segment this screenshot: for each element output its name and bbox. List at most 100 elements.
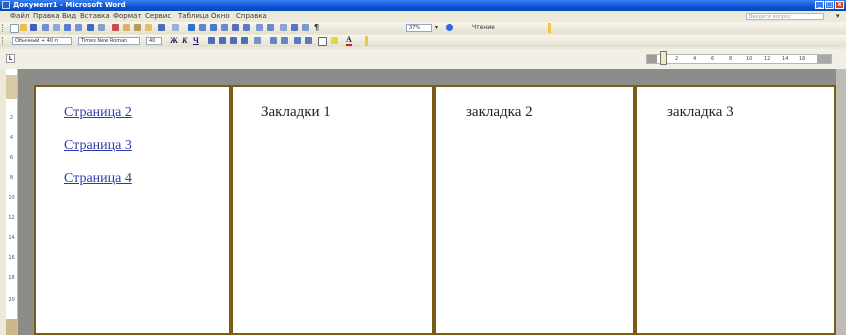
menu-window[interactable]: Окно [211, 11, 230, 22]
copy-icon[interactable] [123, 24, 130, 31]
vruler-tick: 8 [9, 175, 14, 181]
open-folder-icon[interactable] [20, 24, 27, 31]
word-app-icon[interactable] [2, 1, 10, 9]
insert-excel-icon[interactable] [221, 24, 228, 31]
print-icon[interactable] [64, 24, 71, 31]
vruler-tick: 6 [9, 155, 14, 161]
print-preview-icon[interactable] [75, 24, 82, 31]
insert-chart-icon[interactable] [280, 24, 287, 31]
zoom-combo[interactable]: 37% [406, 24, 432, 32]
justify-icon[interactable] [241, 37, 248, 44]
format-painter-icon[interactable] [145, 24, 152, 31]
window-controls: _ □ x [815, 1, 844, 9]
zoom-dropdown-icon[interactable]: ▾ [435, 23, 438, 33]
menu-file[interactable]: Файл [10, 11, 29, 22]
align-center-icon[interactable] [219, 37, 226, 44]
bullets-icon[interactable] [281, 37, 288, 44]
tab-selector-button[interactable]: L [6, 54, 15, 63]
spelling-icon[interactable] [87, 24, 94, 31]
toolbar-grip[interactable] [2, 37, 6, 45]
underline-button[interactable]: Ч [193, 36, 199, 46]
line-spacing-icon[interactable] [254, 37, 261, 44]
menu-help[interactable]: Справка [236, 11, 267, 22]
vruler-tick: 2 [9, 115, 14, 121]
menu-view[interactable]: Вид [62, 11, 76, 22]
italic-button[interactable]: К [182, 36, 187, 46]
increase-indent-icon[interactable] [305, 37, 312, 44]
minimize-button[interactable]: _ [815, 1, 824, 9]
ruler-tick: 8 [729, 56, 733, 62]
style-combo[interactable]: Обычный + 40 п [12, 37, 72, 45]
close-button[interactable]: x [835, 1, 844, 9]
page-3[interactable]: закладка 2 [434, 85, 635, 335]
help-question-input[interactable]: Введите вопрос [746, 13, 824, 20]
ruler-tick: 16 [799, 56, 806, 62]
help-dropdown-icon[interactable]: ▾ [836, 12, 840, 21]
menu-bar: Файл Правка Вид Вставка Формат Сервис Та… [0, 11, 846, 22]
undo-icon[interactable] [158, 24, 165, 31]
font-size-combo[interactable]: 40 [146, 37, 162, 45]
show-hide-icon[interactable] [267, 24, 274, 31]
vruler-tick: 14 [8, 235, 15, 241]
page-1[interactable]: Страница 2 Страница 3 Страница 4 [34, 85, 231, 335]
numbering-icon[interactable] [270, 37, 277, 44]
toolbar-end-handle[interactable] [365, 36, 368, 46]
redo-icon[interactable] [172, 24, 179, 31]
ruler-tick: 12 [764, 56, 771, 62]
font-color-icon[interactable]: A [346, 35, 352, 46]
vertical-ruler-top-margin [6, 75, 17, 99]
menu-tools[interactable]: Сервис [145, 11, 171, 22]
hyperlink-icon[interactable] [188, 24, 195, 31]
font-combo[interactable]: Times New Roman [78, 37, 140, 45]
menu-insert[interactable]: Вставка [80, 11, 110, 22]
title-bar: Документ1 - Microsoft Word _ □ x [0, 0, 846, 11]
ruler-tick: 4 [693, 56, 697, 62]
standard-toolbar: ¶ 37% ▾ Чтение [0, 22, 846, 34]
email-icon[interactable] [53, 24, 60, 31]
menu-table[interactable]: Таблица [178, 11, 209, 22]
link-page-3[interactable]: Страница 3 [64, 137, 132, 154]
formatting-toolbar: Обычный + 40 п Times New Roman 40 Ж К Ч … [0, 35, 846, 47]
menu-format[interactable]: Формат [113, 11, 141, 22]
ruler-row: L 2 4 6 8 10 12 14 16 [0, 49, 846, 69]
format-icon[interactable] [302, 24, 309, 31]
insert-picture-icon[interactable] [291, 24, 298, 31]
drawing-icon[interactable] [243, 24, 250, 31]
menu-edit[interactable]: Правка [33, 11, 60, 22]
link-page-2[interactable]: Страница 2 [64, 104, 132, 121]
ruler-tick: 6 [711, 56, 715, 62]
cut-icon[interactable] [112, 24, 119, 31]
borders-icon[interactable] [318, 37, 327, 46]
permission-icon[interactable] [42, 24, 49, 31]
pilcrow-icon[interactable]: ¶ [314, 22, 319, 34]
read-mode-button[interactable]: Чтение [472, 24, 495, 32]
help-icon[interactable] [446, 24, 453, 31]
align-right-icon[interactable] [230, 37, 237, 44]
new-document-icon[interactable] [10, 24, 19, 33]
vertical-ruler-bottom-margin [6, 319, 17, 335]
tables-borders-icon[interactable] [199, 24, 206, 31]
highlight-icon[interactable] [331, 37, 338, 44]
indent-marker[interactable] [660, 51, 667, 65]
page-4[interactable]: закладка 3 [635, 85, 836, 335]
page-2[interactable]: Закладки 1 [231, 85, 434, 335]
document-map-icon[interactable] [256, 24, 263, 31]
toolbar-grip[interactable] [2, 24, 6, 32]
paste-icon[interactable] [134, 24, 141, 31]
horizontal-ruler[interactable]: 2 4 6 8 10 12 14 16 [646, 51, 832, 65]
align-left-icon[interactable] [208, 37, 215, 44]
toolbar-end-handle[interactable] [548, 23, 551, 33]
save-icon[interactable] [30, 24, 37, 31]
bookmark-heading: закладка 3 [667, 104, 734, 120]
maximize-button[interactable]: □ [825, 1, 834, 9]
bold-button[interactable]: Ж [170, 36, 178, 46]
vertical-scrollbar[interactable] [836, 69, 846, 335]
vruler-tick: 16 [8, 255, 15, 261]
insert-table-icon[interactable] [210, 24, 217, 31]
vertical-ruler[interactable]: 2 4 6 8 10 12 14 16 18 20 [6, 69, 18, 335]
columns-icon[interactable] [232, 24, 239, 31]
decrease-indent-icon[interactable] [294, 37, 301, 44]
research-icon[interactable] [98, 24, 105, 31]
vruler-tick: 20 [8, 297, 15, 303]
link-page-4[interactable]: Страница 4 [64, 170, 132, 187]
